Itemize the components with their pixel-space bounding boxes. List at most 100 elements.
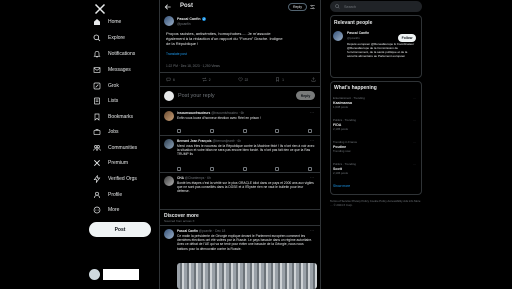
person-handle[interactable]: @pcanfin	[347, 36, 360, 40]
reply-button[interactable]: Reply	[288, 3, 307, 11]
more-options-icon[interactable]: ···	[413, 118, 416, 122]
avatar	[89, 268, 100, 280]
sidebar-item-premium[interactable]: Premium	[92, 157, 128, 169]
comment-icon[interactable]	[177, 129, 181, 133]
sidebar-item-messages[interactable]: Messages	[92, 64, 131, 76]
heart-icon[interactable]	[242, 167, 247, 171]
more-options-icon[interactable]: ···	[310, 175, 314, 180]
reply-header: Insoumsauxfraudeurs @insoumisfraudeu · 6…	[177, 111, 245, 115]
panel-title: Relevant people	[334, 20, 373, 26]
home-icon	[92, 18, 101, 27]
like-action[interactable]: 22	[237, 77, 248, 82]
more-options-icon[interactable]: ···	[310, 138, 314, 143]
right-sidebar: Search Relevant people Pascal Canfin @pc…	[330, 0, 422, 289]
panel-title: What's happening	[334, 85, 377, 91]
repost-icon[interactable]	[209, 167, 214, 171]
avatar	[164, 91, 174, 101]
reply-post[interactable]: Insoumsauxfraudeurs @insoumisfraudeu · 6…	[160, 109, 320, 137]
reply-text: Merci vous êtes le nouveau de la Républi…	[177, 144, 315, 157]
follow-button[interactable]: Follow	[398, 34, 416, 42]
trend-item[interactable]: Entertainment · Trending Kaaimansa 1,638…	[333, 96, 417, 109]
sidebar-item-profile[interactable]: Profile	[92, 189, 122, 201]
account-switcher[interactable]	[89, 266, 153, 282]
author-name[interactable]: Pascal Canfin	[177, 17, 206, 21]
trend-item[interactable]: Politics · Trending Scott 2,106 posts ··…	[333, 162, 417, 175]
reply-action[interactable]: 6	[166, 77, 175, 82]
avatar[interactable]	[333, 31, 343, 41]
show-more-link[interactable]: Show more	[333, 184, 350, 188]
more-options-icon[interactable]: ···	[413, 140, 416, 144]
sidebar-item-more[interactable]: More	[92, 204, 119, 216]
sidebar-item-explore[interactable]: Explore	[92, 32, 125, 44]
reply-input[interactable]: Post your reply	[178, 93, 215, 99]
sidebar-item-label: Messages	[108, 67, 131, 73]
share-icon[interactable]	[308, 129, 312, 133]
heart-icon[interactable]	[242, 129, 247, 133]
sidebar-item-label: Premium	[108, 160, 129, 166]
bookmark-icon	[92, 113, 101, 122]
search-placeholder: Search	[344, 4, 357, 9]
post-button[interactable]: Post	[89, 222, 151, 237]
avatar[interactable]	[164, 229, 174, 239]
more-options-icon[interactable]: ···	[310, 228, 314, 233]
envelope-icon	[92, 66, 101, 75]
author-handle[interactable]: @pcanfin	[177, 22, 191, 26]
sidebar-item-label: Bookmarks	[108, 114, 134, 120]
reply-actions	[177, 167, 312, 171]
share-icon[interactable]	[308, 167, 312, 171]
person-icon	[92, 191, 101, 200]
x-logo-icon[interactable]	[94, 3, 106, 15]
sidebar-item-grok[interactable]: Grok	[92, 80, 119, 92]
sidebar-item-bookmarks[interactable]: Bookmarks	[92, 111, 133, 123]
avatar[interactable]	[164, 111, 174, 121]
reply-header: Bernard Jean François @bernardjeanfr · 6…	[177, 139, 242, 143]
footer-links[interactable]: Terms of Service Privacy Policy Cookie P…	[330, 199, 422, 207]
divider	[160, 135, 320, 136]
main-column: Post Reply Pascal Canfin @pcanfin Propos…	[159, 0, 321, 289]
back-arrow-icon[interactable]	[164, 3, 172, 11]
people-icon	[92, 144, 101, 153]
sidebar-item-label: More	[108, 207, 120, 213]
translate-link[interactable]: Translate post	[166, 52, 187, 56]
avatar[interactable]	[164, 16, 174, 26]
avatar[interactable]	[164, 176, 174, 186]
repost-action[interactable]: 2	[202, 77, 211, 82]
repost-icon[interactable]	[209, 129, 214, 133]
sidebar-item-notifications[interactable]: Notifications	[92, 48, 135, 60]
sidebar-item-lists[interactable]: Lists	[92, 95, 118, 107]
views-icon[interactable]	[275, 129, 280, 133]
comment-icon[interactable]	[177, 167, 181, 171]
reply-post[interactable]: Bernard Jean François @bernardjeanfr · 6…	[160, 137, 320, 173]
reply-submit-button[interactable]: Reply	[296, 91, 315, 100]
more-options-icon[interactable]: ···	[310, 110, 314, 115]
trend-item[interactable]: Trending in France Poutine Trending now …	[333, 140, 417, 153]
bookmark-action[interactable]: 1	[275, 77, 284, 82]
reply-post[interactable]: CHA @Chantemps · 6h ··· Bonté les étapes…	[160, 174, 320, 208]
post-image[interactable]	[177, 263, 317, 289]
person-name[interactable]: Pascal Canfin	[347, 31, 369, 35]
person-bio: Député européen @RenewEurope & Coordinat…	[347, 42, 415, 58]
more-options-icon[interactable]: ···	[413, 162, 416, 166]
sidebar-item-label: Verified Orgs	[108, 176, 137, 182]
sidebar-item-jobs[interactable]: Jobs	[92, 126, 119, 138]
sidebar-item-home[interactable]: Home	[92, 16, 121, 28]
sidebar-item-label: Notifications	[108, 51, 136, 57]
post-text: Propos racistes, antisémites, homophobes…	[166, 31, 283, 46]
more-options-icon[interactable]: ···	[413, 96, 416, 100]
avatar[interactable]	[164, 139, 174, 149]
sliders-icon[interactable]	[309, 4, 316, 10]
views-icon[interactable]	[275, 167, 280, 171]
search-input[interactable]: Search	[330, 1, 422, 12]
post-actions: 6 2 22 1	[166, 77, 316, 82]
lightning-icon	[92, 175, 101, 184]
divider	[160, 72, 320, 73]
trend-item[interactable]: Politics · Trending FIDA 2,195 posts ···	[333, 118, 417, 131]
list-icon	[92, 97, 101, 106]
divider	[160, 86, 320, 87]
repost-icon	[202, 77, 207, 82]
sidebar-item-communities[interactable]: Communities	[92, 142, 137, 154]
account-name-redacted	[103, 268, 139, 280]
sidebar-item-verified-orgs[interactable]: Verified Orgs	[92, 173, 137, 185]
share-action[interactable]	[311, 77, 316, 82]
divider	[160, 209, 320, 210]
